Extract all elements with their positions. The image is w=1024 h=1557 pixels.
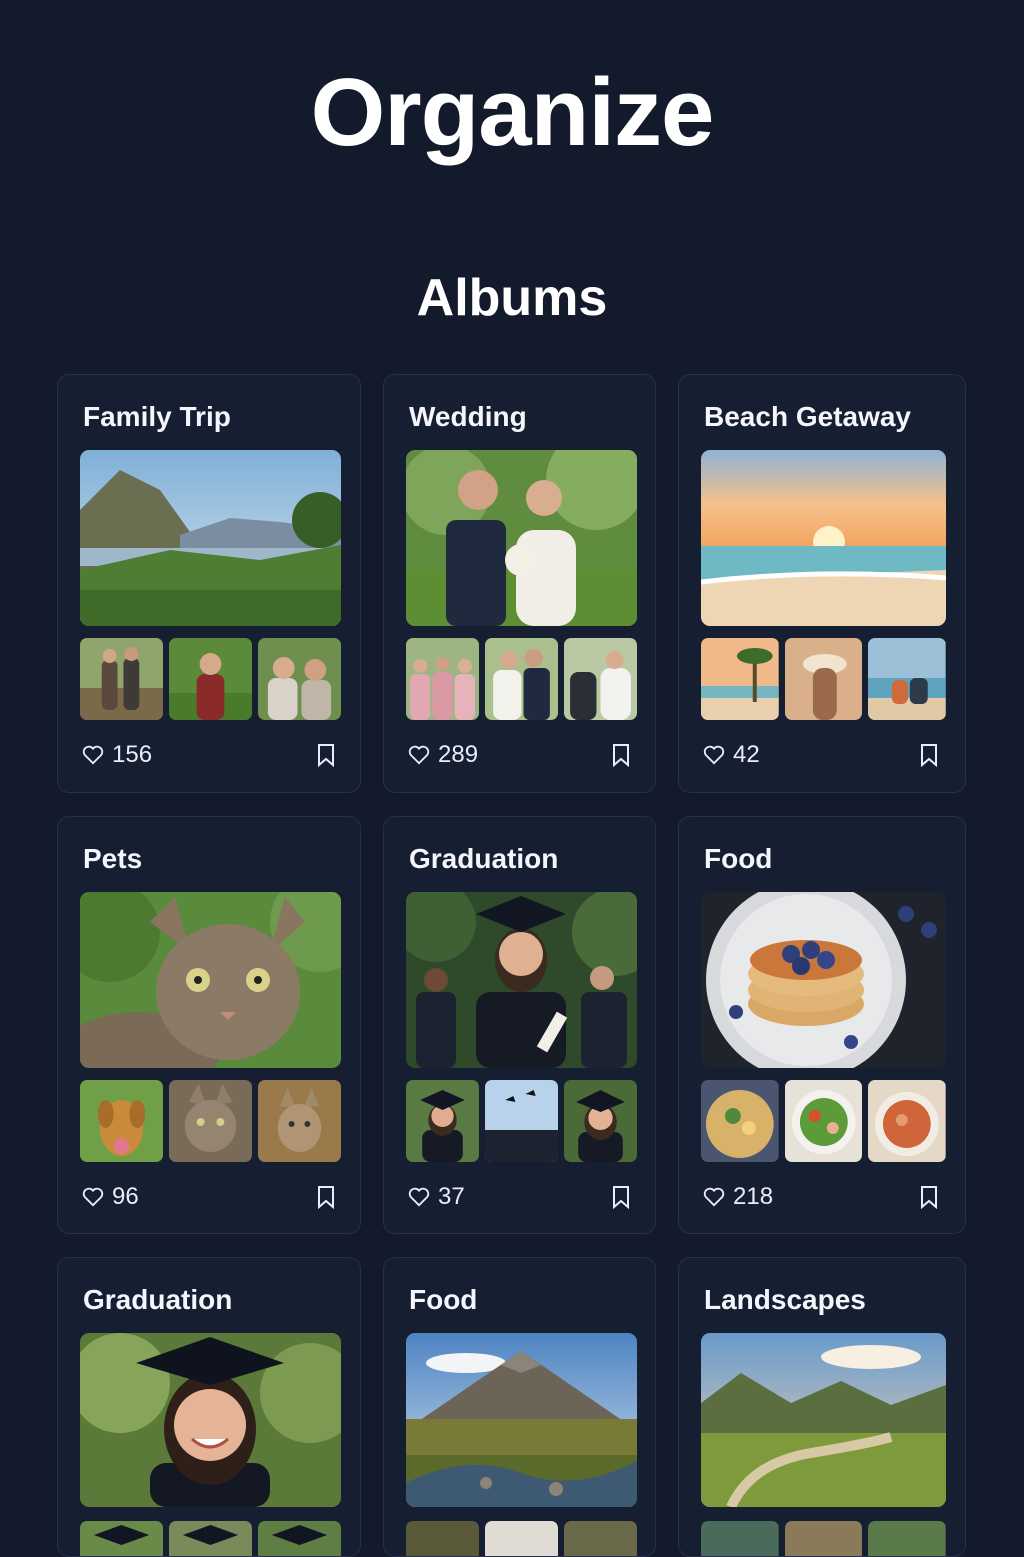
like-count[interactable]: 218: [703, 1183, 773, 1211]
album-card-food[interactable]: Food 218: [678, 816, 966, 1234]
album-thumbnail[interactable]: [868, 1521, 947, 1556]
album-title: Graduation: [409, 843, 559, 874]
bookmark-icon[interactable]: [919, 743, 939, 767]
album-card-landscapes[interactable]: Landscapes: [678, 1257, 966, 1557]
album-thumbnail[interactable]: [258, 638, 341, 720]
album-cover-image[interactable]: [701, 892, 946, 1068]
heart-icon: [703, 745, 725, 765]
album-thumbnail[interactable]: [868, 638, 947, 720]
like-count[interactable]: 156: [82, 741, 152, 769]
album-card-graduation[interactable]: Graduation 37: [383, 816, 656, 1234]
album-thumbnail[interactable]: [169, 1080, 252, 1162]
album-thumbnail[interactable]: [701, 638, 779, 720]
album-thumbnail[interactable]: [784, 1521, 863, 1556]
album-title: Pets: [83, 843, 143, 874]
album-thumbnail[interactable]: [80, 1521, 163, 1556]
like-count-value: 156: [112, 741, 153, 768]
heart-icon: [82, 1187, 104, 1207]
album-title: Food: [704, 843, 773, 874]
album-thumbnail[interactable]: [80, 1080, 163, 1162]
album-thumbnail[interactable]: [784, 638, 863, 720]
album-cover-image[interactable]: [80, 1333, 341, 1507]
section-title-albums: Albums: [416, 269, 608, 327]
like-count[interactable]: 289: [408, 741, 478, 769]
like-count-value: 42: [733, 741, 760, 768]
like-count-value: 289: [438, 741, 479, 768]
album-card-family-trip[interactable]: Family Trip 156: [57, 374, 361, 793]
album-thumbnail[interactable]: [169, 1521, 252, 1556]
album-card-graduation-2[interactable]: Graduation: [57, 1257, 361, 1557]
like-count[interactable]: 96: [82, 1183, 139, 1211]
album-cover-image[interactable]: [406, 892, 637, 1068]
album-cover-image[interactable]: [406, 1333, 637, 1507]
album-thumbnail[interactable]: [169, 638, 252, 720]
like-count-value: 37: [438, 1183, 465, 1210]
album-cover-image[interactable]: [701, 450, 946, 626]
album-card-food-2[interactable]: Food: [383, 1257, 656, 1557]
like-count-value: 96: [112, 1183, 139, 1210]
album-thumbnail[interactable]: [406, 1080, 479, 1162]
album-title: Landscapes: [704, 1284, 866, 1315]
album-thumbnail[interactable]: [406, 1521, 479, 1556]
heart-icon: [408, 1187, 430, 1207]
heart-icon: [408, 745, 430, 765]
album-card-pets[interactable]: Pets 96: [57, 816, 361, 1234]
album-thumbnail[interactable]: [701, 1080, 779, 1162]
like-count[interactable]: 37: [408, 1183, 465, 1211]
bookmark-icon[interactable]: [919, 1185, 939, 1209]
album-title: Wedding: [409, 401, 527, 432]
album-thumbnail[interactable]: [80, 638, 163, 720]
album-thumbnail[interactable]: [868, 1080, 947, 1162]
album-cover-image[interactable]: [406, 450, 637, 626]
page-title: Organize: [310, 59, 715, 166]
album-thumbnail[interactable]: [485, 1080, 558, 1162]
album-cover-image[interactable]: [701, 1333, 946, 1507]
album-cover-image[interactable]: [80, 450, 341, 626]
bookmark-icon[interactable]: [611, 1185, 631, 1209]
album-title: Food: [409, 1284, 478, 1315]
bookmark-icon[interactable]: [611, 743, 631, 767]
album-thumbnail[interactable]: [564, 1080, 637, 1162]
album-thumbnail[interactable]: [485, 638, 558, 720]
album-title: Family Trip: [83, 401, 231, 432]
album-title: Graduation: [83, 1284, 233, 1315]
bookmark-icon[interactable]: [316, 743, 336, 767]
album-thumbnail[interactable]: [258, 1080, 341, 1162]
album-card-beach-getaway[interactable]: Beach Getaway 42: [678, 374, 966, 793]
album-thumbnail[interactable]: [784, 1080, 863, 1162]
like-count[interactable]: 42: [703, 741, 760, 769]
bookmark-icon[interactable]: [316, 1185, 336, 1209]
album-thumbnail[interactable]: [406, 638, 479, 720]
album-thumbnail[interactable]: [564, 1521, 637, 1556]
like-count-value: 218: [733, 1183, 774, 1210]
album-thumbnail[interactable]: [701, 1521, 779, 1556]
heart-icon: [82, 745, 104, 765]
heart-icon: [703, 1187, 725, 1207]
album-thumbnail[interactable]: [258, 1521, 341, 1556]
album-thumbnail[interactable]: [485, 1521, 558, 1556]
album-thumbnail[interactable]: [564, 638, 637, 720]
album-cover-image[interactable]: [80, 892, 341, 1068]
album-title: Beach Getaway: [704, 401, 911, 432]
album-card-wedding[interactable]: Wedding 289: [383, 374, 656, 793]
